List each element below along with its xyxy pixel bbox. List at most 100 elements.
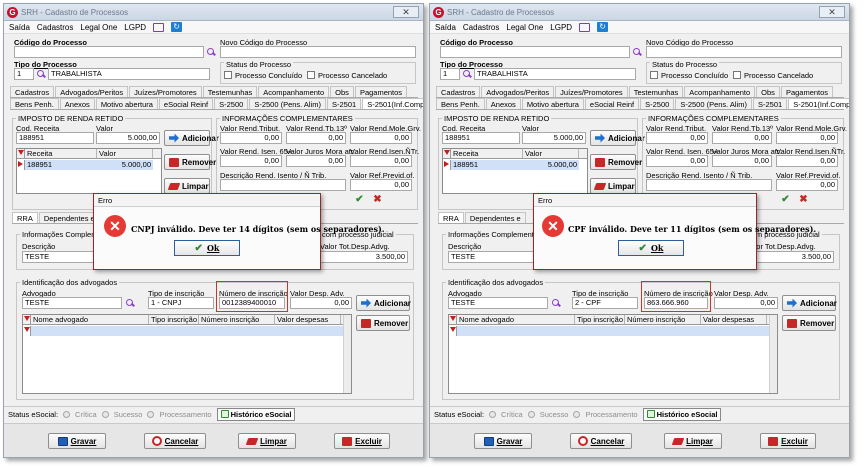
- remove-advogado-button[interactable]: Remover: [356, 315, 410, 331]
- gravar-button[interactable]: Gravar: [48, 433, 106, 449]
- menu-cadastros[interactable]: Cadastros: [37, 23, 73, 32]
- tab-testemunhas[interactable]: Testemunhas: [202, 86, 258, 97]
- refresh-icon[interactable]: ↻: [171, 22, 183, 32]
- table-row[interactable]: [449, 326, 777, 336]
- valor-input[interactable]: 5.000,00: [96, 132, 160, 144]
- close-button[interactable]: ✕: [819, 6, 845, 18]
- discard-x-icon[interactable]: ✖: [372, 194, 383, 205]
- rend-mole-input[interactable]: 0,00: [350, 132, 412, 144]
- confirm-check-icon[interactable]: ✔: [780, 194, 791, 205]
- juros-mora-input[interactable]: 0,00: [286, 155, 346, 167]
- rra-desp-input[interactable]: 3.500,00: [746, 251, 834, 263]
- desp-adv-input[interactable]: 0,00: [714, 297, 778, 309]
- tipo-code-input[interactable]: 1: [440, 68, 460, 80]
- grid-scrollbar[interactable]: [769, 315, 777, 393]
- desp-adv-input[interactable]: 0,00: [290, 297, 352, 309]
- historico-esocial-button[interactable]: Histórico eSocial: [216, 407, 296, 421]
- tab-anexos[interactable]: Anexos: [485, 98, 521, 109]
- rend-tribut-input[interactable]: 0,00: [646, 132, 708, 144]
- rend-isen65-input[interactable]: 0,00: [646, 155, 708, 167]
- tab-s2500-pens[interactable]: S-2500 (Pens. Alim): [675, 98, 753, 109]
- tab-bens[interactable]: Bens Penh.: [436, 98, 485, 109]
- menu-lgpd[interactable]: LGPD: [124, 23, 146, 32]
- sucesso-radio[interactable]: [101, 410, 109, 418]
- cancelar-button[interactable]: Cancelar: [144, 433, 206, 449]
- tab-cadastros[interactable]: Cadastros: [10, 86, 55, 97]
- cancelar-button[interactable]: Cancelar: [570, 433, 632, 449]
- tab-anexos[interactable]: Anexos: [59, 98, 95, 109]
- prev-input[interactable]: 0,00: [350, 179, 412, 191]
- tab-rra[interactable]: RRA: [12, 212, 38, 223]
- novo-codigo-input[interactable]: [646, 46, 842, 58]
- critica-radio[interactable]: [489, 410, 497, 418]
- menu-saida[interactable]: Saída: [435, 23, 456, 32]
- confirm-check-icon[interactable]: ✔: [354, 194, 365, 205]
- rend-tribut-input[interactable]: 0,00: [220, 132, 282, 144]
- prev-input[interactable]: 0,00: [776, 179, 838, 191]
- processamento-radio[interactable]: [573, 410, 581, 418]
- monitor-icon[interactable]: [579, 22, 591, 32]
- limpar-button[interactable]: Limpar: [664, 433, 722, 449]
- limpar-button[interactable]: Limpar: [238, 433, 296, 449]
- concluido-checkbox[interactable]: [650, 71, 658, 79]
- search-icon[interactable]: [551, 298, 561, 308]
- advogado-input[interactable]: TESTE: [22, 297, 122, 309]
- refresh-icon[interactable]: ↻: [597, 22, 609, 32]
- excluir-button[interactable]: Excluir: [760, 433, 816, 449]
- cod-receita-input[interactable]: 188951: [16, 132, 94, 144]
- concluido-checkbox[interactable]: [224, 71, 232, 79]
- cancelado-checkbox[interactable]: [733, 71, 741, 79]
- codigo-input[interactable]: [14, 46, 204, 58]
- rend-13-input[interactable]: 0,00: [712, 132, 772, 144]
- rra-desp-input[interactable]: 3.500,00: [320, 251, 408, 263]
- tab-juizes[interactable]: Juízes/Promotores: [129, 86, 202, 97]
- tipo-inscricao-select[interactable]: 2 - CPF: [572, 297, 638, 309]
- menu-cadastros[interactable]: Cadastros: [463, 23, 499, 32]
- rend-isen65-input[interactable]: 0,00: [220, 155, 282, 167]
- tab-testemunhas[interactable]: Testemunhas: [628, 86, 684, 97]
- critica-radio[interactable]: [63, 410, 71, 418]
- tab-acompanhamento[interactable]: Acompanhamento: [684, 86, 756, 97]
- tab-s2500[interactable]: S-2500: [214, 98, 249, 109]
- rend-13-input[interactable]: 0,00: [286, 132, 346, 144]
- tab-advogados[interactable]: Advogados/Peritos: [55, 86, 129, 97]
- tab-obs[interactable]: Obs: [330, 86, 354, 97]
- add-receita-button[interactable]: Adicionar: [590, 130, 645, 146]
- tab-esocial-reinf[interactable]: eSocial Reinf: [158, 98, 214, 109]
- search-icon[interactable]: [462, 69, 472, 79]
- add-advogado-button[interactable]: Adicionar: [782, 295, 837, 311]
- rend-isen-ntr-input[interactable]: 0,00: [776, 155, 838, 167]
- tab-esocial-reinf[interactable]: eSocial Reinf: [584, 98, 640, 109]
- search-icon[interactable]: [36, 69, 46, 79]
- ok-button[interactable]: ✔ Ok: [174, 240, 240, 256]
- descricao-rend-input[interactable]: [646, 179, 772, 191]
- menu-saida[interactable]: Saída: [9, 23, 30, 32]
- close-button[interactable]: ✕: [393, 6, 419, 18]
- tab-motivo[interactable]: Motivo abertura: [521, 98, 584, 109]
- remove-receita-button[interactable]: Remover: [590, 154, 642, 170]
- menu-legal-one[interactable]: Legal One: [506, 23, 543, 32]
- clear-receita-button[interactable]: Limpar: [164, 178, 210, 194]
- search-icon[interactable]: [125, 298, 135, 308]
- processamento-radio[interactable]: [147, 410, 155, 418]
- add-advogado-button[interactable]: Adicionar: [356, 295, 411, 311]
- search-icon[interactable]: [632, 47, 642, 57]
- cod-receita-input[interactable]: 188951: [442, 132, 520, 144]
- tab-motivo[interactable]: Motivo abertura: [95, 98, 158, 109]
- table-row[interactable]: 188951 5.000,00: [443, 160, 587, 170]
- tab-dependentes[interactable]: Dependentes e: [464, 212, 526, 223]
- tab-s2500[interactable]: S-2500: [640, 98, 675, 109]
- gravar-button[interactable]: Gravar: [474, 433, 532, 449]
- discard-x-icon[interactable]: ✖: [798, 194, 809, 205]
- tab-advogados[interactable]: Advogados/Peritos: [481, 86, 555, 97]
- tab-pagamentos[interactable]: Pagamentos: [780, 86, 834, 97]
- monitor-icon[interactable]: [153, 22, 165, 32]
- tab-juizes[interactable]: Juízes/Promotores: [555, 86, 628, 97]
- menu-lgpd[interactable]: LGPD: [550, 23, 572, 32]
- descricao-rend-input[interactable]: [220, 179, 346, 191]
- valor-input[interactable]: 5.000,00: [522, 132, 586, 144]
- rend-isen-ntr-input[interactable]: 0,00: [350, 155, 412, 167]
- tab-s2501-compl[interactable]: S-2501(Inf.Compl): [788, 98, 849, 109]
- ok-button[interactable]: ✔ Ok: [618, 240, 684, 256]
- table-row[interactable]: 188951 5.000,00: [17, 160, 161, 170]
